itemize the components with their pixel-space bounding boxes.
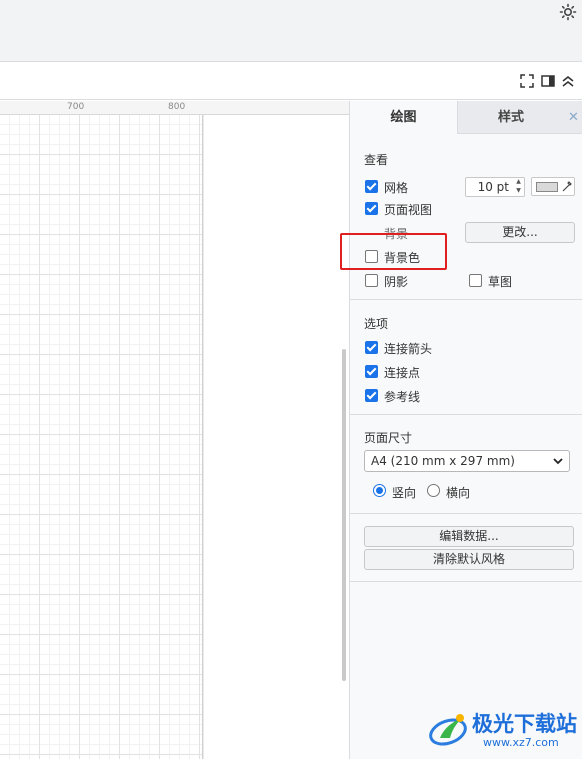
page-size-select[interactable]: A4 (210 mm x 297 mm) <box>364 450 570 472</box>
toolbar <box>0 63 582 100</box>
options-section-title: 选项 <box>364 317 389 331</box>
grid-checkbox[interactable] <box>365 180 378 193</box>
sketch-checkbox[interactable] <box>469 274 482 287</box>
connection-points-checkbox[interactable] <box>365 365 378 378</box>
change-background-button[interactable]: 更改... <box>465 222 575 243</box>
ruler-label: 800 <box>168 102 186 112</box>
view-section-title: 查看 <box>364 153 389 167</box>
ruler-label: 700 <box>67 102 85 112</box>
clear-default-style-button[interactable]: 清除默认风格 <box>364 549 574 570</box>
grid-color-swatch <box>536 182 558 192</box>
shadow-checkbox[interactable] <box>365 274 378 287</box>
portrait-radio[interactable] <box>373 484 386 497</box>
sketch-label: 草图 <box>488 275 513 289</box>
background-color-label: 背景色 <box>384 251 421 265</box>
format-panel-icon[interactable] <box>540 73 556 89</box>
format-panel: 绘图 样式 ✕ 查看 网格 10 pt ▲ ▼ 页面视图 背景 更改... 背景… <box>349 101 582 759</box>
vertical-scrollbar[interactable] <box>342 349 346 681</box>
page-size-section-title: 页面尺寸 <box>364 431 413 445</box>
grid-label: 网格 <box>384 181 409 195</box>
edit-data-button[interactable]: 编辑数据... <box>364 526 574 547</box>
canvas-background[interactable] <box>204 115 349 759</box>
landscape-radio[interactable] <box>427 484 440 497</box>
divider <box>350 299 582 300</box>
page-view-checkbox[interactable] <box>365 202 378 215</box>
page-view-label: 页面视图 <box>384 203 433 217</box>
close-icon[interactable]: ✕ <box>564 101 582 134</box>
connection-arrows-label: 连接箭头 <box>384 342 433 356</box>
connection-points-label: 连接点 <box>384 366 421 380</box>
background-label: 背景 <box>384 227 409 241</box>
fullscreen-icon[interactable] <box>519 73 535 89</box>
watermark-url: www.xz7.com <box>483 736 559 749</box>
connection-arrows-checkbox[interactable] <box>365 341 378 354</box>
spin-up-icon[interactable]: ▲ <box>514 178 523 186</box>
portrait-label: 竖向 <box>392 486 417 500</box>
spin-down-icon[interactable]: ▼ <box>514 187 523 195</box>
divider <box>350 513 582 514</box>
tab-diagram[interactable]: 绘图 <box>350 101 457 134</box>
divider <box>350 414 582 415</box>
panel-tabs: 绘图 样式 ✕ <box>350 101 582 134</box>
top-bar <box>0 0 582 62</box>
diagram-canvas[interactable]: 700 800 <box>0 101 349 759</box>
horizontal-ruler: 700 800 <box>0 101 349 115</box>
shadow-label: 阴影 <box>384 275 409 289</box>
chevron-down-icon <box>553 458 563 465</box>
theme-sun-icon[interactable] <box>559 3 577 21</box>
page-size-value: A4 (210 mm x 297 mm) <box>371 454 515 468</box>
grid-page[interactable] <box>0 115 203 759</box>
background-color-checkbox[interactable] <box>365 250 378 263</box>
watermark-logo-icon <box>429 714 467 746</box>
watermark-name: 极光下载站 <box>472 712 577 736</box>
landscape-label: 横向 <box>446 486 471 500</box>
guides-checkbox[interactable] <box>365 389 378 402</box>
guides-label: 参考线 <box>384 390 421 404</box>
grid-color-button[interactable] <box>531 177 575 196</box>
eyedropper-icon <box>562 181 572 192</box>
collapse-icon[interactable] <box>560 73 576 89</box>
divider <box>350 581 582 582</box>
tab-style[interactable]: 样式 <box>457 101 564 134</box>
